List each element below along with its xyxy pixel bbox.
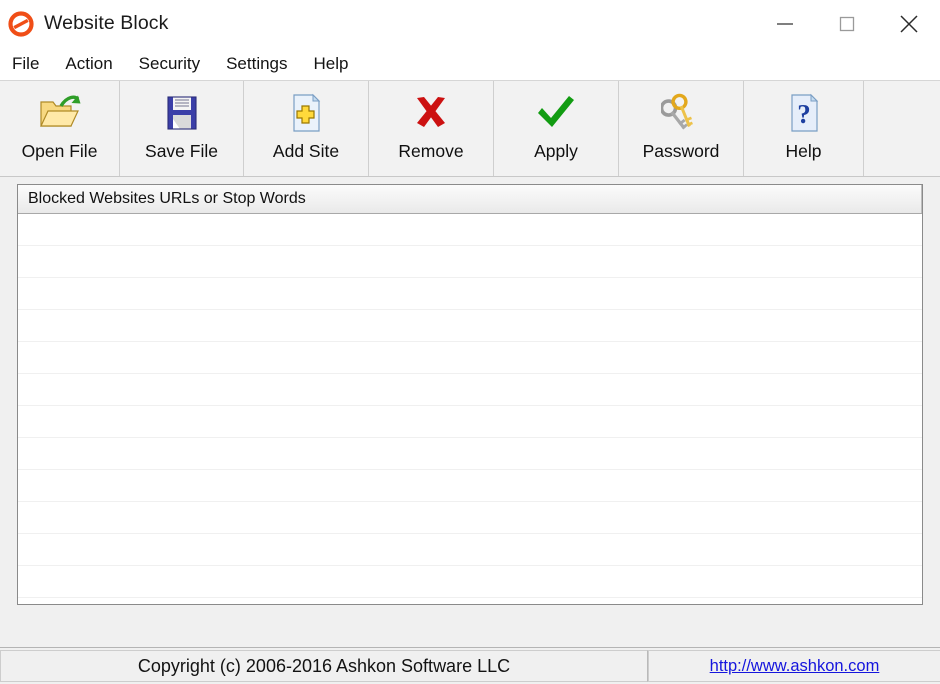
list-item[interactable] (18, 310, 922, 342)
list-item[interactable] (18, 470, 922, 502)
prohibition-sign-icon (8, 10, 34, 37)
apply-label: Apply (534, 141, 578, 161)
toolbar: Open File Save File Add Site Remove Appl… (0, 81, 940, 177)
title-bar: Website Block (0, 0, 940, 47)
save-file-label: Save File (145, 141, 218, 161)
svg-text:?: ? (797, 99, 811, 129)
password-button[interactable]: Password (619, 81, 744, 176)
menu-bar: File Action Security Settings Help (0, 47, 940, 81)
remove-label: Remove (398, 141, 464, 161)
copyright-text: Copyright (c) 2006-2016 Ashkon Software … (0, 650, 648, 682)
menu-item-help[interactable]: Help (314, 54, 362, 74)
add-site-label: Add Site (272, 141, 340, 161)
document-plus-icon (287, 90, 325, 136)
list-item[interactable] (18, 278, 922, 310)
red-x-icon (410, 90, 452, 136)
open-file-button[interactable]: Open File (0, 81, 120, 176)
list-item[interactable] (18, 438, 922, 470)
window-title: Website Block (44, 12, 169, 34)
toolbar-filler (864, 81, 940, 176)
apply-button[interactable]: Apply (494, 81, 619, 176)
column-header-blocked-websites[interactable]: Blocked Websites URLs or Stop Words (18, 185, 922, 213)
list-item[interactable] (18, 406, 922, 438)
close-icon (900, 14, 918, 33)
status-bar: Copyright (c) 2006-2016 Ashkon Software … (0, 647, 940, 684)
list-item[interactable] (18, 214, 922, 246)
add-site-button[interactable]: Add Site (244, 81, 369, 176)
menu-item-settings[interactable]: Settings (226, 54, 300, 74)
remove-button[interactable]: Remove (369, 81, 494, 176)
list-header: Blocked Websites URLs or Stop Words (18, 185, 922, 214)
list-item[interactable] (18, 534, 922, 566)
blocked-sites-list[interactable]: Blocked Websites URLs or Stop Words (17, 184, 923, 605)
help-label: Help (785, 141, 822, 161)
menu-item-file[interactable]: File (12, 54, 52, 74)
list-item[interactable] (18, 246, 922, 278)
minimize-icon (777, 22, 793, 25)
website-link[interactable]: http://www.ashkon.com (710, 657, 880, 676)
open-folder-icon (37, 90, 83, 136)
menu-item-security[interactable]: Security (139, 54, 213, 74)
help-button[interactable]: ? Help (744, 81, 864, 176)
menu-item-action[interactable]: Action (65, 54, 125, 74)
list-item[interactable] (18, 342, 922, 374)
website-link-panel[interactable]: http://www.ashkon.com (648, 650, 940, 682)
close-button[interactable] (878, 0, 940, 47)
open-file-label: Open File (21, 141, 98, 161)
green-check-icon (534, 90, 578, 136)
list-item[interactable] (18, 374, 922, 406)
keys-icon (661, 90, 701, 136)
client-area: Blocked Websites URLs or Stop Words (0, 177, 940, 647)
floppy-disk-icon (162, 90, 202, 136)
document-question-icon: ? (785, 90, 823, 136)
save-file-button[interactable]: Save File (120, 81, 244, 176)
minimize-button[interactable] (754, 0, 816, 47)
password-label: Password (642, 141, 720, 161)
list-item[interactable] (18, 502, 922, 534)
maximize-icon (839, 16, 855, 31)
list-body[interactable] (18, 214, 922, 604)
window-controls (754, 0, 940, 47)
app-window: Website Block File Action Security Setti… (0, 0, 940, 684)
list-item[interactable] (18, 566, 922, 598)
maximize-button[interactable] (816, 0, 878, 47)
